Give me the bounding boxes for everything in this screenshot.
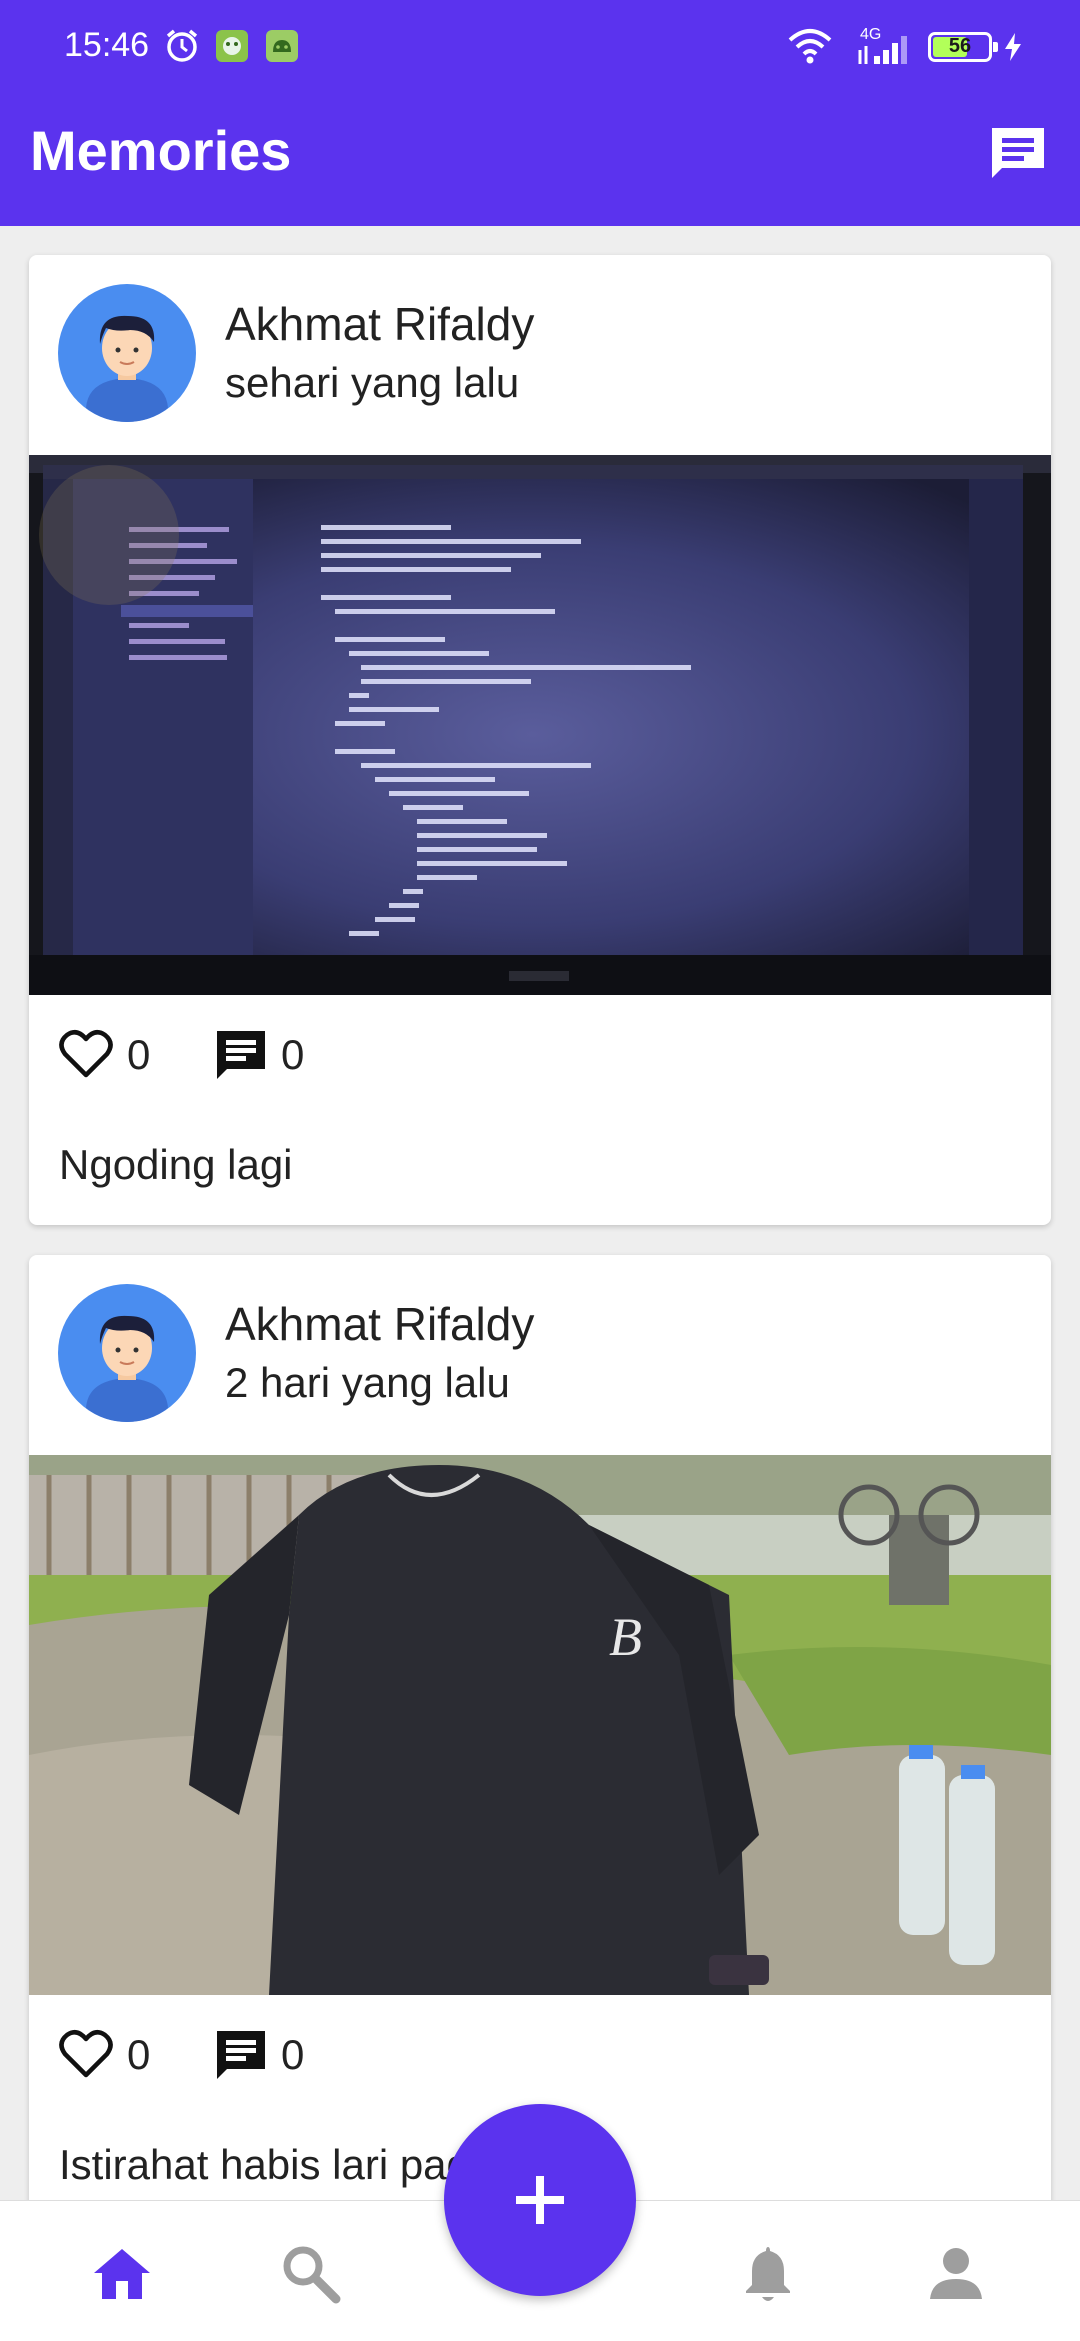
app-notification-icon: [216, 30, 248, 62]
status-bar: 15:46 4G 56: [0, 0, 1080, 100]
status-time: 15:46: [64, 26, 150, 64]
search-icon[interactable]: [278, 2241, 342, 2305]
battery-level: 56: [948, 35, 972, 57]
post-actions: 0 0: [29, 995, 1051, 1115]
post-caption: Istirahat habis lari pagi: [59, 2141, 480, 2188]
signal-icon: [858, 36, 907, 64]
chat-icon[interactable]: [986, 122, 1050, 186]
home-icon[interactable]: [90, 2241, 154, 2305]
page-title: Memories: [30, 119, 292, 182]
avatar[interactable]: [58, 1284, 196, 1422]
notification-icon[interactable]: [736, 2241, 800, 2305]
heart-icon[interactable]: [59, 2029, 113, 2079]
post-image[interactable]: B: [29, 1455, 1051, 1995]
comment-icon[interactable]: [215, 2029, 267, 2081]
add-post-button[interactable]: [444, 2104, 636, 2296]
like-count: 0: [127, 1031, 151, 1078]
comment-count: 0: [281, 1031, 305, 1078]
post-caption: Ngoding lagi: [59, 1141, 293, 1188]
battery-icon: 56: [928, 32, 998, 62]
comment-icon[interactable]: [215, 1029, 267, 1081]
add-icon: [516, 2176, 564, 2224]
post-author[interactable]: Akhmat Rifaldy: [225, 297, 534, 351]
post-image[interactable]: [29, 455, 1051, 995]
post-time: sehari yang lalu: [225, 359, 520, 406]
svg-text:B: B: [609, 1607, 642, 1667]
app-bar: 15:46 4G 56 Memories: [0, 0, 1080, 226]
post-card[interactable]: Akhmat Rifaldy 2 hari yang lalu B 0 0 Is…: [29, 1255, 1051, 2245]
wifi-icon: [788, 29, 832, 64]
comment-count: 0: [281, 2031, 305, 2078]
post-time: 2 hari yang lalu: [225, 1359, 510, 1406]
avatar[interactable]: [58, 284, 196, 422]
profile-icon[interactable]: [924, 2241, 988, 2305]
post-header: Akhmat Rifaldy 2 hari yang lalu: [29, 1255, 1051, 1455]
post-author[interactable]: Akhmat Rifaldy: [225, 1297, 534, 1351]
post-card[interactable]: Akhmat Rifaldy sehari yang lalu 0 0 Ngod…: [29, 255, 1051, 1225]
charging-icon: [1005, 33, 1021, 61]
post-header: Akhmat Rifaldy sehari yang lalu: [29, 255, 1051, 455]
alarm-icon: [166, 29, 198, 62]
android-icon: [266, 30, 298, 62]
like-count: 0: [127, 2031, 151, 2078]
post-actions: 0 0: [29, 1995, 1051, 2115]
heart-icon[interactable]: [59, 1029, 113, 1079]
